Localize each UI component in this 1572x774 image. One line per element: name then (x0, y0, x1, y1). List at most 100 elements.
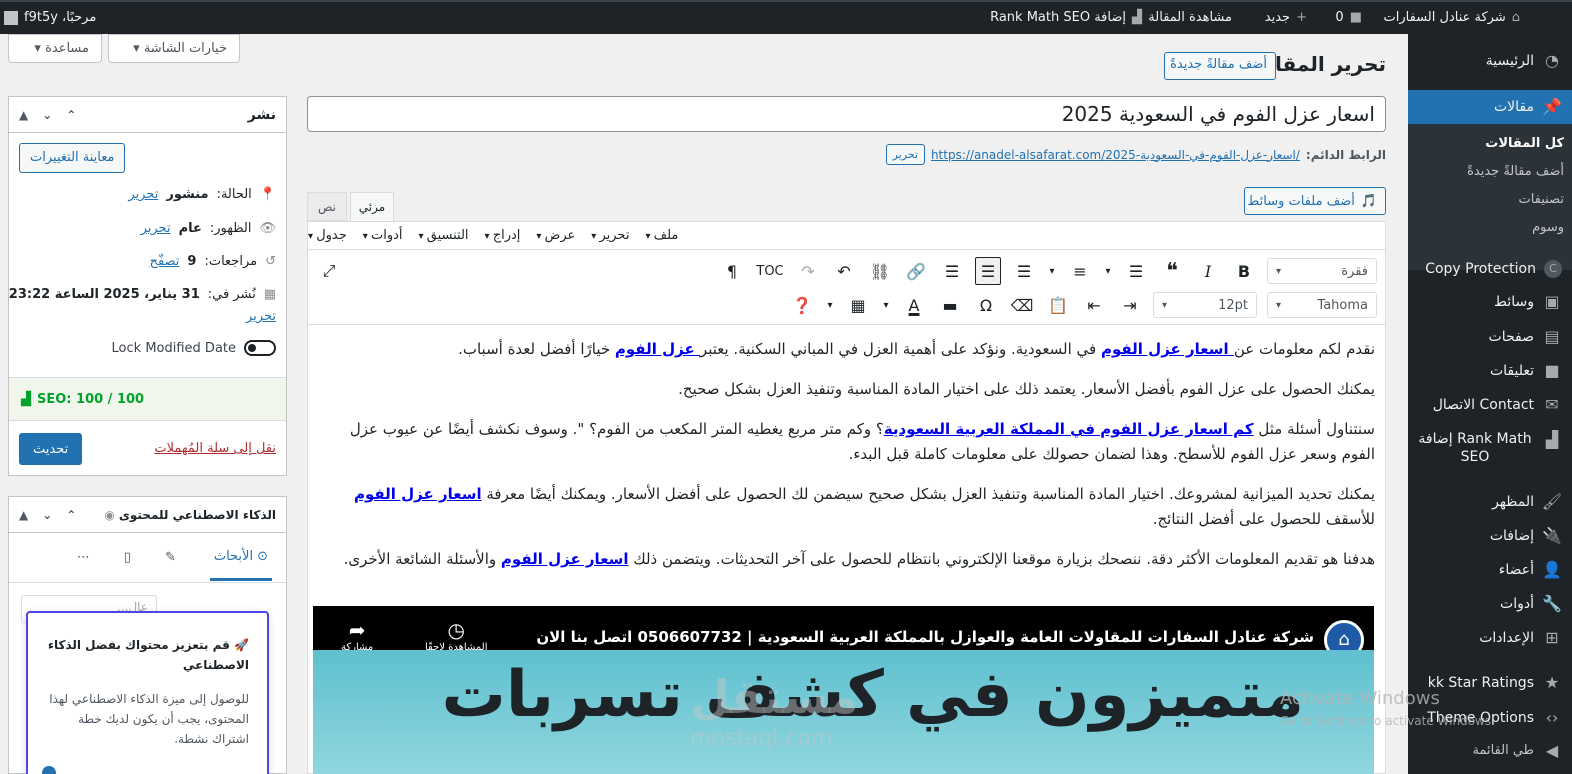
menu-view[interactable]: عرض (536, 228, 576, 243)
status-edit-link[interactable]: تحرير (128, 187, 158, 202)
comments-icon: ■ (1544, 361, 1560, 380)
move-up-icon[interactable]: ▲ (19, 508, 28, 522)
rankmath-admin-link[interactable]: ▟ Rank Math SEO إضافة (990, 10, 1142, 25)
align-center-icon[interactable]: ☰ (975, 257, 1001, 285)
menu-tools[interactable]: أدوات (363, 228, 403, 243)
permalink-url[interactable]: https://anadel-alsafarat.com/اسعار-عزل-ا… (931, 148, 1300, 162)
sidebar-item-appearance[interactable]: 🖌 المظهر (1408, 485, 1572, 519)
chevron-down-icon[interactable]: ▾ (1103, 257, 1113, 285)
menu-file[interactable]: ملف (645, 228, 679, 243)
chevron-down-icon[interactable]: ▾ (825, 291, 835, 319)
comments-link[interactable]: ■ 0 (1335, 10, 1362, 25)
move-up-icon[interactable]: ▲ (19, 108, 28, 122)
seo-score-bar[interactable]: ▟ SEO: 100 / 100 (9, 377, 286, 421)
menu-insert[interactable]: إدراج (485, 228, 521, 243)
more-icon[interactable]: ⋯ (77, 550, 90, 565)
wordpress-logo-icon[interactable] (1539, 9, 1557, 27)
chevron-down-icon[interactable]: ⌄ (42, 108, 52, 122)
tab-research[interactable]: ⊙ الأبحاث (209, 535, 272, 581)
sidebar-item-dashboard[interactable]: ◔ الرئيسية (1408, 44, 1572, 78)
paragraph-mark-icon[interactable]: ¶ (719, 257, 745, 285)
content-link[interactable]: كم اسعار عزل الفوم في المملكة العربية ال… (884, 420, 1254, 438)
sidebar-item-comments[interactable]: ■ تعليقات (1408, 354, 1572, 388)
tab-visual[interactable]: مرئي (350, 192, 394, 222)
sidebar-item-pages[interactable]: ▤ صفحات (1408, 320, 1572, 354)
table-icon[interactable]: ▦ (845, 291, 871, 319)
chevron-down-icon[interactable]: ⌄ (42, 508, 52, 522)
permalink-edit-button[interactable]: تحرير (885, 144, 925, 165)
share-button[interactable]: ➦ مشاركة (341, 618, 373, 653)
sidebar-item-posts[interactable]: 📌 مقالات (1400, 90, 1572, 124)
redo-icon[interactable]: ↷ (795, 257, 821, 285)
site-name-link[interactable]: ⌂ شركة عنادل السفارات (1384, 10, 1520, 25)
sidebar-item-users[interactable]: 👤 أعضاء (1408, 553, 1572, 587)
content-link[interactable]: اسعار عزل الفوم (354, 485, 482, 503)
move-to-trash-link[interactable]: نقل إلى سلة المُهملات (154, 441, 276, 456)
help-icon[interactable]: ❓ (789, 291, 815, 319)
sidebar-item-contact[interactable]: ✉ Contact الاتصال (1408, 388, 1572, 422)
link-icon[interactable]: 🔗 (903, 257, 929, 285)
view-post-link[interactable]: مشاهدة المقالة (1148, 10, 1232, 25)
user-account-link[interactable]: مرحبًا، f9t5y (4, 10, 96, 25)
toc-button[interactable]: TOC (755, 257, 785, 285)
submenu-add-new[interactable]: أضف مقالةً جديدةً (1408, 164, 1572, 179)
text-color-icon[interactable]: A (901, 291, 927, 319)
add-media-button[interactable]: 🎵 أضف ملفات وسائط (1244, 187, 1386, 215)
watch-later-button[interactable]: ◷ المشاهدة لاحقًا (425, 618, 488, 653)
new-content-link[interactable]: + جديد (1265, 10, 1307, 25)
content-link[interactable]: عزل الفوم (615, 340, 700, 358)
sidebar-item-rankmath[interactable]: ▟ Rank Math إضافة SEO (1408, 426, 1572, 470)
sidebar-item-plugins[interactable]: 🔌 إضافات (1408, 519, 1572, 553)
collapse-menu-button[interactable]: ◀ طي القائمة (1408, 734, 1572, 768)
video-title[interactable]: شركة عنادل السفارات للمقاولات العامة وال… (536, 628, 1314, 646)
preview-changes-button[interactable]: معاينة التغييرات (19, 143, 126, 173)
help-button[interactable]: مساعدة ▾ (8, 34, 102, 63)
bullet-list-icon[interactable]: ☰ (1123, 257, 1149, 285)
chat-icon[interactable]: ▯ (124, 550, 131, 565)
sidebar-item-tools[interactable]: 🔧 أدوات (1408, 587, 1572, 621)
submenu-all-posts[interactable]: كل المقالات (1408, 136, 1572, 151)
add-new-post-button[interactable]: أضف مقالةً جديدةً (1164, 52, 1276, 80)
bold-icon[interactable]: B (1231, 257, 1257, 285)
chevron-down-icon[interactable]: ▾ (1047, 257, 1057, 285)
sidebar-item-media[interactable]: ▣ وسائط (1408, 285, 1572, 319)
format-select[interactable]: فقرة ▾ (1267, 258, 1377, 284)
content-link[interactable]: اسعار عزل الفوم (1101, 340, 1234, 358)
visibility-edit-link[interactable]: تحرير (141, 221, 171, 236)
italic-icon[interactable]: I (1195, 257, 1221, 285)
update-button[interactable]: تحديث (19, 433, 83, 465)
font-family-select[interactable]: Tahoma ▾ (1267, 292, 1377, 318)
post-title-input[interactable]: اسعار عزل الفوم في السعودية 2025 (307, 96, 1386, 132)
clear-formatting-icon[interactable]: ⌫ (1009, 291, 1035, 319)
sidebar-item-settings[interactable]: ⊞ الإعدادات (1408, 621, 1572, 655)
menu-format[interactable]: التنسيق (419, 228, 469, 243)
align-right-icon[interactable]: ☰ (939, 257, 965, 285)
unlink-icon[interactable]: ⛓ (867, 257, 893, 285)
chevron-up-icon[interactable]: ⌃ (66, 108, 76, 122)
font-size-select[interactable]: 12pt ▾ (1153, 292, 1257, 318)
chevron-down-icon[interactable]: ▾ (881, 291, 891, 319)
align-left-icon[interactable]: ☰ (1011, 257, 1037, 285)
numbered-list-icon[interactable]: ≡ (1067, 257, 1093, 285)
content-link[interactable]: اسعار عزل الفوم (501, 550, 629, 568)
outdent-icon[interactable]: ⇤ (1081, 291, 1107, 319)
paste-text-icon[interactable]: 📋 (1045, 291, 1071, 319)
browse-revisions-link[interactable]: تصفّح (150, 254, 180, 269)
fullscreen-icon[interactable]: ⤢ (316, 257, 342, 285)
write-icon[interactable]: ✎ (165, 550, 176, 565)
special-char-icon[interactable]: Ω (973, 291, 999, 319)
menu-edit[interactable]: تحرير (591, 228, 629, 243)
submenu-categories[interactable]: تصنيفات (1408, 192, 1572, 207)
undo-icon[interactable]: ↶ (831, 257, 857, 285)
menu-table[interactable]: جدول (308, 228, 347, 243)
blockquote-icon[interactable]: ❝ (1159, 257, 1185, 285)
sidebar-item-copy-protection[interactable]: C Copy Protection (1408, 252, 1572, 286)
indent-icon[interactable]: ⇥ (1117, 291, 1143, 319)
published-edit-link[interactable]: تحرير (246, 309, 276, 324)
lock-modified-toggle[interactable] (244, 340, 276, 356)
chevron-up-icon[interactable]: ⌃ (66, 508, 76, 522)
submenu-tags[interactable]: وسوم (1408, 220, 1572, 235)
horizontal-line-icon[interactable]: ▬ (937, 291, 963, 319)
screen-options-button[interactable]: خيارات الشاشة ▾ (108, 34, 240, 63)
tab-text[interactable]: نص (307, 192, 347, 221)
